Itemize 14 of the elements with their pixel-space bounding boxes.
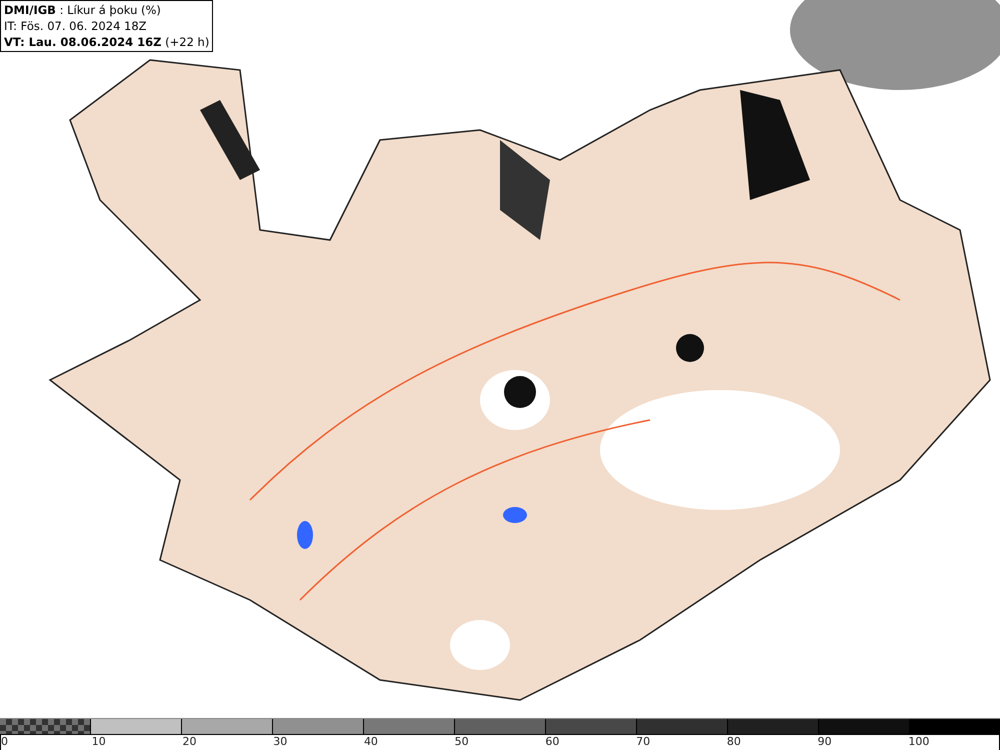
legend-label: 50 <box>454 735 469 750</box>
legend-label: 0 <box>1 735 8 750</box>
legend-label: 40 <box>364 735 378 750</box>
header-text: DMI/IGB : Líkur á þoku (%) <box>4 2 162 18</box>
header-text: IT: Fös. 07. 06. 2024 18Z <box>4 18 148 34</box>
legend-label: 90 <box>818 735 832 750</box>
legend-label: 60 <box>545 735 560 750</box>
legend-label: 100 <box>908 735 930 750</box>
header-text: VT: Lau. 08.06.2024 16Z (+22 h) <box>4 34 210 50</box>
legend-label: 80 <box>726 735 741 750</box>
legend-label: 20 <box>182 735 196 750</box>
legend-label: 10 <box>92 735 106 750</box>
legend-label: 30 <box>273 735 288 750</box>
legend-label: 70 <box>636 735 650 750</box>
